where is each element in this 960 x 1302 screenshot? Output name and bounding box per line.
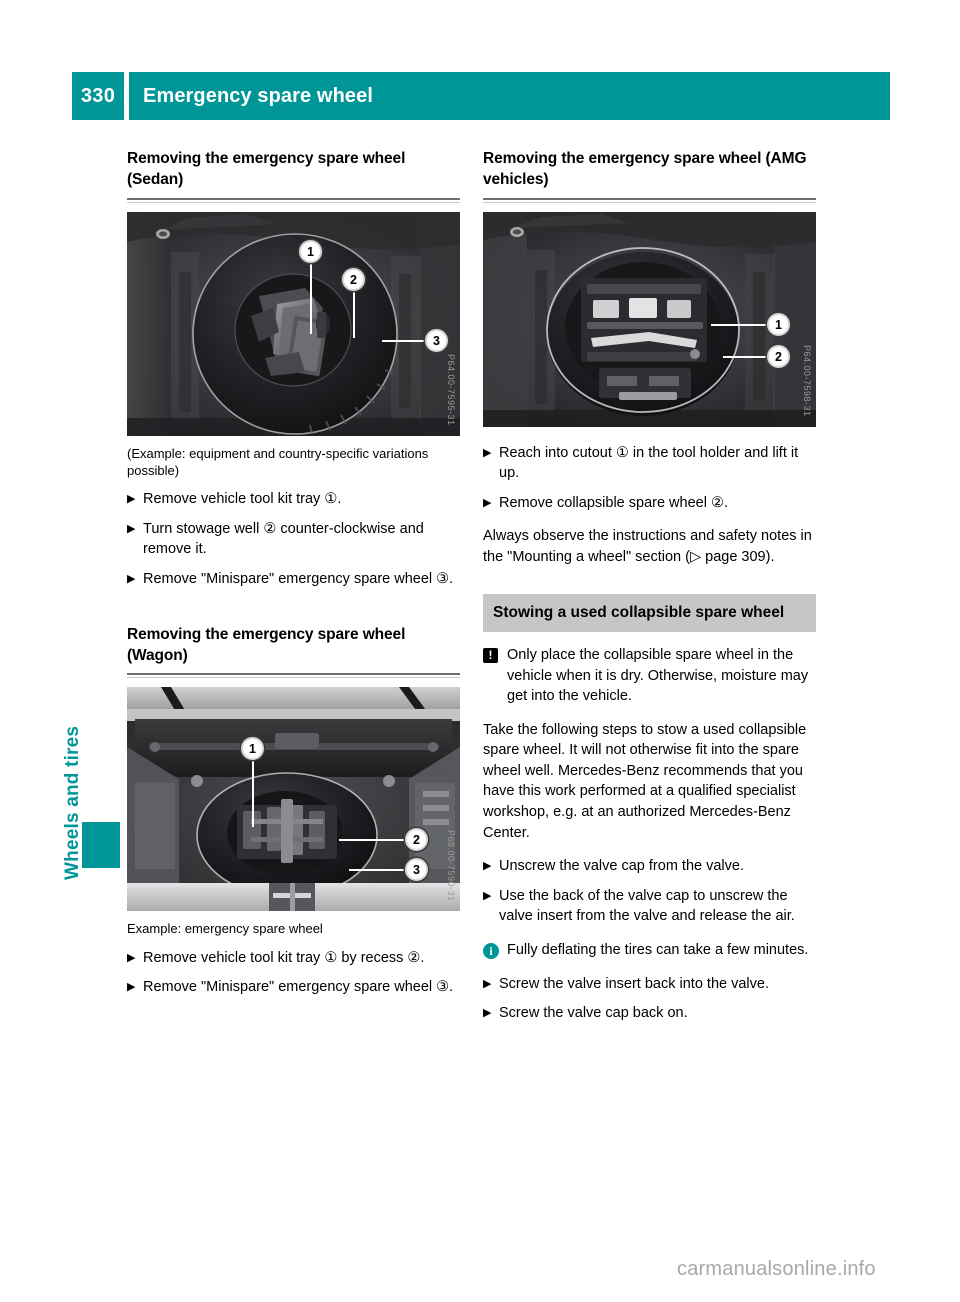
callout-1: 1: [299, 239, 322, 263]
leader-line-2: [353, 289, 355, 338]
step-text: Turn stowage well ② counter-clockwise an…: [143, 520, 424, 558]
bullet-arrow-icon: ▶: [127, 522, 136, 535]
section-heading-amg: Removing the emergency spare wheel (AMG …: [483, 150, 807, 189]
list-item: ▶ Remove "Minispare" emergency spare whe…: [127, 569, 460, 590]
heading-rule-thin: [127, 677, 460, 679]
sedan-photo-graphic: [127, 211, 460, 436]
warning-icon: !: [483, 648, 498, 664]
section-heading-wagon: Removing the emergency spare wheel (Wago…: [127, 625, 406, 664]
chapter-side-tab-label: Wheels and tires: [62, 725, 83, 880]
warning-icon-wrap: !: [483, 645, 507, 707]
step-text: Screw the valve insert back into the val…: [499, 975, 769, 992]
step-text: Use the back of the valve cap to unscrew…: [499, 887, 795, 925]
callout-2: 2: [342, 267, 365, 291]
leader-line-2: [723, 355, 769, 358]
step-text: Remove collapsible spare wheel ②.: [499, 494, 728, 511]
list-item: ▶ Remove vehicle tool kit tray ①.: [127, 489, 460, 510]
section-heading-sedan: Removing the emergency spare wheel (Seda…: [127, 150, 406, 189]
warning-notice: ! Only place the collapsible spare wheel…: [483, 645, 816, 707]
page-number: 330: [72, 72, 124, 120]
bullet-arrow-icon: ▶: [483, 977, 492, 990]
figure-code-sedan: P64.00-7595-31: [446, 354, 456, 426]
leader-line-1: [310, 261, 312, 334]
info-text: Fully deflating the tires can take a few…: [507, 941, 809, 958]
wagon-spare-wheel-figure: 1 2 3 P68.00-7590-31: [127, 687, 460, 912]
steps-list-amg: ▶ Reach into cutout ① in the tool holder…: [483, 443, 816, 514]
bullet-arrow-icon: ▶: [127, 981, 136, 994]
leader-line-1: [252, 759, 254, 828]
leader-line-3: [382, 339, 427, 342]
step-text: Screw the valve cap back on.: [499, 1005, 688, 1022]
chapter-tab-marker: [82, 822, 120, 868]
section-stowing-collapsible-spare-wheel: Stowing a used collapsible spare wheel !…: [483, 593, 816, 1024]
step-text: Reach into cutout ① in the tool holder a…: [499, 444, 799, 482]
list-item: ▶ Remove vehicle tool kit tray ① by rece…: [127, 948, 460, 969]
figure-code-amg: P64.00-7598-31: [802, 345, 812, 417]
bullet-arrow-icon: ▶: [483, 496, 492, 509]
info-notice: i Fully deflating the tires can take a f…: [483, 940, 816, 961]
heading-rule-thick: [483, 197, 816, 200]
callout-2: 2: [767, 344, 790, 368]
bullet-arrow-icon: ▶: [127, 493, 136, 506]
step-text: Remove vehicle tool kit tray ①.: [143, 491, 342, 508]
list-item: ▶ Remove "Minispare" emergency spare whe…: [127, 977, 460, 998]
site-watermark: carmanualsonline.info: [677, 1258, 876, 1280]
amg-photo-graphic: [483, 211, 816, 427]
page-header: 330 Emergency spare wheel: [72, 72, 890, 120]
list-item: ▶ Use the back of the valve cap to unscr…: [483, 886, 816, 927]
leader-line-1: [711, 323, 769, 326]
stowing-paragraph: Take the following steps to stow a used …: [483, 721, 807, 841]
callout-3: 3: [425, 328, 448, 352]
section-removing-spare-wheel-wagon: Removing the emergency spare wheel (Wago…: [127, 624, 460, 998]
right-column: Removing the emergency spare wheel (AMG …: [483, 148, 816, 1024]
amg-safety-note: Always observe the instructions and safe…: [483, 528, 812, 566]
page-title: Emergency spare wheel: [129, 72, 890, 120]
bullet-arrow-icon: ▶: [127, 573, 136, 586]
bullet-arrow-icon: ▶: [127, 951, 136, 964]
section-heading-stowing: Stowing a used collapsible spare wheel: [483, 593, 816, 633]
bullet-arrow-icon: ▶: [483, 889, 492, 902]
list-item: ▶ Remove collapsible spare wheel ②.: [483, 493, 816, 514]
list-item: ▶ Screw the valve cap back on.: [483, 1003, 816, 1024]
list-item: ▶ Unscrew the valve cap from the valve.: [483, 856, 816, 877]
leader-line-3: [349, 869, 407, 872]
bullet-arrow-icon: ▶: [483, 1007, 492, 1020]
section-removing-spare-wheel-sedan: Removing the emergency spare wheel (Seda…: [127, 148, 460, 590]
bullet-arrow-icon: ▶: [483, 446, 492, 459]
section-removing-spare-wheel-amg: Removing the emergency spare wheel (AMG …: [483, 148, 816, 568]
warning-text: Only place the collapsible spare wheel i…: [507, 647, 809, 705]
figure-code-wagon: P68.00-7590-31: [446, 829, 456, 902]
leader-line-2: [339, 839, 407, 842]
list-item: ▶ Turn stowage well ② counter-clockwise …: [127, 519, 460, 560]
info-icon-wrap: i: [483, 940, 507, 961]
info-icon: i: [483, 942, 499, 959]
sedan-spare-wheel-figure: 1 2 3 P64.00-7595-31: [127, 211, 460, 436]
figure-caption-wagon: Example: emergency spare wheel: [127, 921, 323, 937]
step-text: Unscrew the valve cap from the valve.: [499, 858, 744, 875]
steps-list-sedan: ▶ Remove vehicle tool kit tray ①. ▶ Turn…: [127, 489, 460, 589]
heading-rule-thin: [127, 201, 460, 203]
heading-rule-thick: [127, 673, 460, 676]
heading-rule-thick: [127, 197, 460, 200]
left-column: Removing the emergency spare wheel (Seda…: [127, 148, 460, 998]
list-item: ▶ Reach into cutout ① in the tool holder…: [483, 443, 816, 484]
bullet-arrow-icon: ▶: [483, 860, 492, 873]
steps-list-stowing-after: ▶ Screw the valve insert back into the v…: [483, 974, 816, 1024]
step-text: Remove "Minispare" emergency spare wheel…: [143, 571, 454, 588]
heading-rule-thin: [483, 201, 816, 203]
step-text: Remove vehicle tool kit tray ① by recess…: [143, 949, 425, 966]
step-text: Remove "Minispare" emergency spare wheel…: [143, 979, 454, 996]
list-item: ▶ Screw the valve insert back into the v…: [483, 974, 816, 995]
amg-spare-wheel-figure: 1 2 P64.00-7598-31: [483, 211, 816, 427]
callout-1: 1: [767, 312, 790, 336]
figure-caption-sedan: (Example: equipment and country-specific…: [127, 445, 429, 479]
steps-list-wagon: ▶ Remove vehicle tool kit tray ① by rece…: [127, 948, 460, 998]
steps-list-stowing-before: ▶ Unscrew the valve cap from the valve. …: [483, 856, 816, 927]
